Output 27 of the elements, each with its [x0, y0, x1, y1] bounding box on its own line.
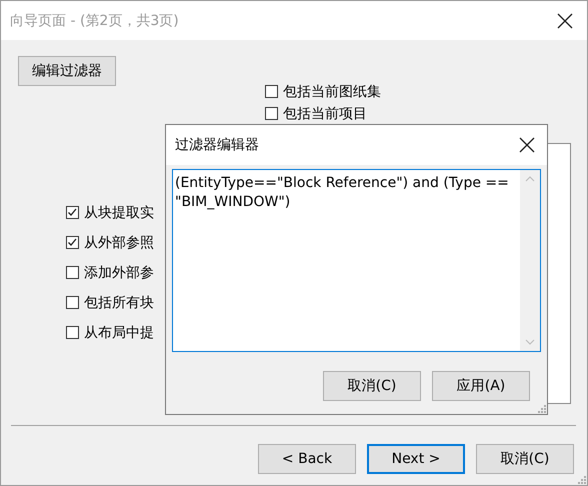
checkbox-label: 包括所有块	[84, 294, 154, 312]
dialog-button[interactable]: 取消(C)	[323, 371, 421, 401]
checkbox-label: 从块提取实	[84, 204, 154, 222]
checkbox-label: 包括当前图纸集	[283, 82, 381, 100]
dialog-title: 过滤器编辑器	[175, 136, 259, 154]
checkbox[interactable]	[66, 326, 79, 339]
checkbox-label: 从布局中提	[84, 324, 154, 342]
wizard-button[interactable]: 取消(C)	[476, 444, 574, 474]
checkbox[interactable]	[66, 206, 79, 219]
wizard-button[interactable]: < Back	[258, 444, 356, 474]
expression-field[interactable]: (EntityType=="Block Reference") and (Type == "BIM_WINDOW")	[172, 169, 541, 352]
checkbox[interactable]	[265, 107, 278, 120]
resize-grip-icon[interactable]	[578, 476, 586, 484]
close-icon[interactable]	[557, 12, 573, 28]
checkbox-label: 添加外部参	[84, 264, 154, 282]
wizard-button[interactable]: Next >	[367, 444, 465, 474]
checkbox[interactable]	[66, 266, 79, 279]
checkbox[interactable]	[265, 85, 278, 98]
checkbox[interactable]	[66, 236, 79, 249]
window-title: 向导页面 - (第2页，共3页)	[10, 12, 179, 30]
edit-filter-button[interactable]: 编辑过滤器	[18, 56, 116, 86]
resize-grip-icon[interactable]	[538, 405, 546, 413]
checkbox-label: 从外部参照	[84, 234, 154, 252]
checkbox-label: 包括当前项目	[283, 104, 367, 122]
close-icon[interactable]	[519, 137, 535, 153]
dialog-button[interactable]: 应用(A)	[432, 371, 530, 401]
checkbox[interactable]	[66, 296, 79, 309]
